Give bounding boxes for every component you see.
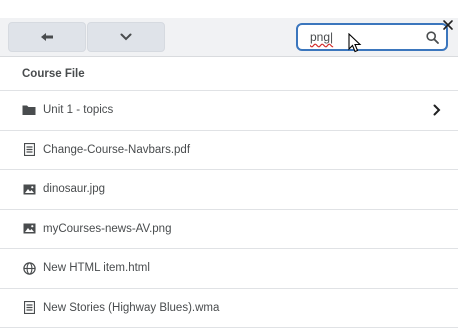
- list-item-label: Unit 1 - topics: [43, 104, 114, 117]
- list-item[interactable]: New HTML item.html: [0, 249, 458, 289]
- more-options-button[interactable]: [87, 22, 165, 52]
- back-button[interactable]: [8, 22, 86, 52]
- list-item[interactable]: Unit 1 - topics: [0, 91, 458, 131]
- list-header: Course File: [0, 58, 458, 91]
- arrow-left-icon: [41, 33, 53, 41]
- document-icon: [22, 143, 36, 157]
- folder-icon: [22, 103, 36, 117]
- list-item-label: dinosaur.jpg: [43, 183, 106, 196]
- image-icon: [22, 222, 36, 236]
- image-icon: [22, 182, 36, 196]
- toolbar: png|: [0, 18, 458, 57]
- mouse-pointer-icon: [348, 33, 362, 53]
- search-input[interactable]: png|: [296, 23, 448, 51]
- close-icon[interactable]: [442, 19, 454, 31]
- list-item-label: New Stories (Highway Blues).wma: [43, 301, 220, 314]
- chevron-right-icon[interactable]: [433, 104, 441, 116]
- chevron-down-icon: [120, 33, 132, 41]
- list-item[interactable]: Change-Course-Navbars.pdf: [0, 131, 458, 170]
- list-item-label: myCourses-news-AV.png: [43, 222, 172, 235]
- globe-icon: [22, 261, 36, 275]
- search-icon[interactable]: [426, 31, 439, 44]
- list-item-label: New HTML item.html: [43, 262, 150, 275]
- list-item[interactable]: myCourses-news-AV.png: [0, 210, 458, 249]
- document-icon: [22, 301, 36, 315]
- list-item[interactable]: New Stories (Highway Blues).wma: [0, 289, 458, 328]
- search-input-value: png|: [310, 30, 334, 44]
- list-item[interactable]: dinosaur.jpg: [0, 170, 458, 210]
- file-list: Course File Unit 1 - topics Change-Cours…: [0, 58, 458, 328]
- list-header-label: Course File: [22, 68, 85, 80]
- list-item-label: Change-Course-Navbars.pdf: [43, 143, 191, 156]
